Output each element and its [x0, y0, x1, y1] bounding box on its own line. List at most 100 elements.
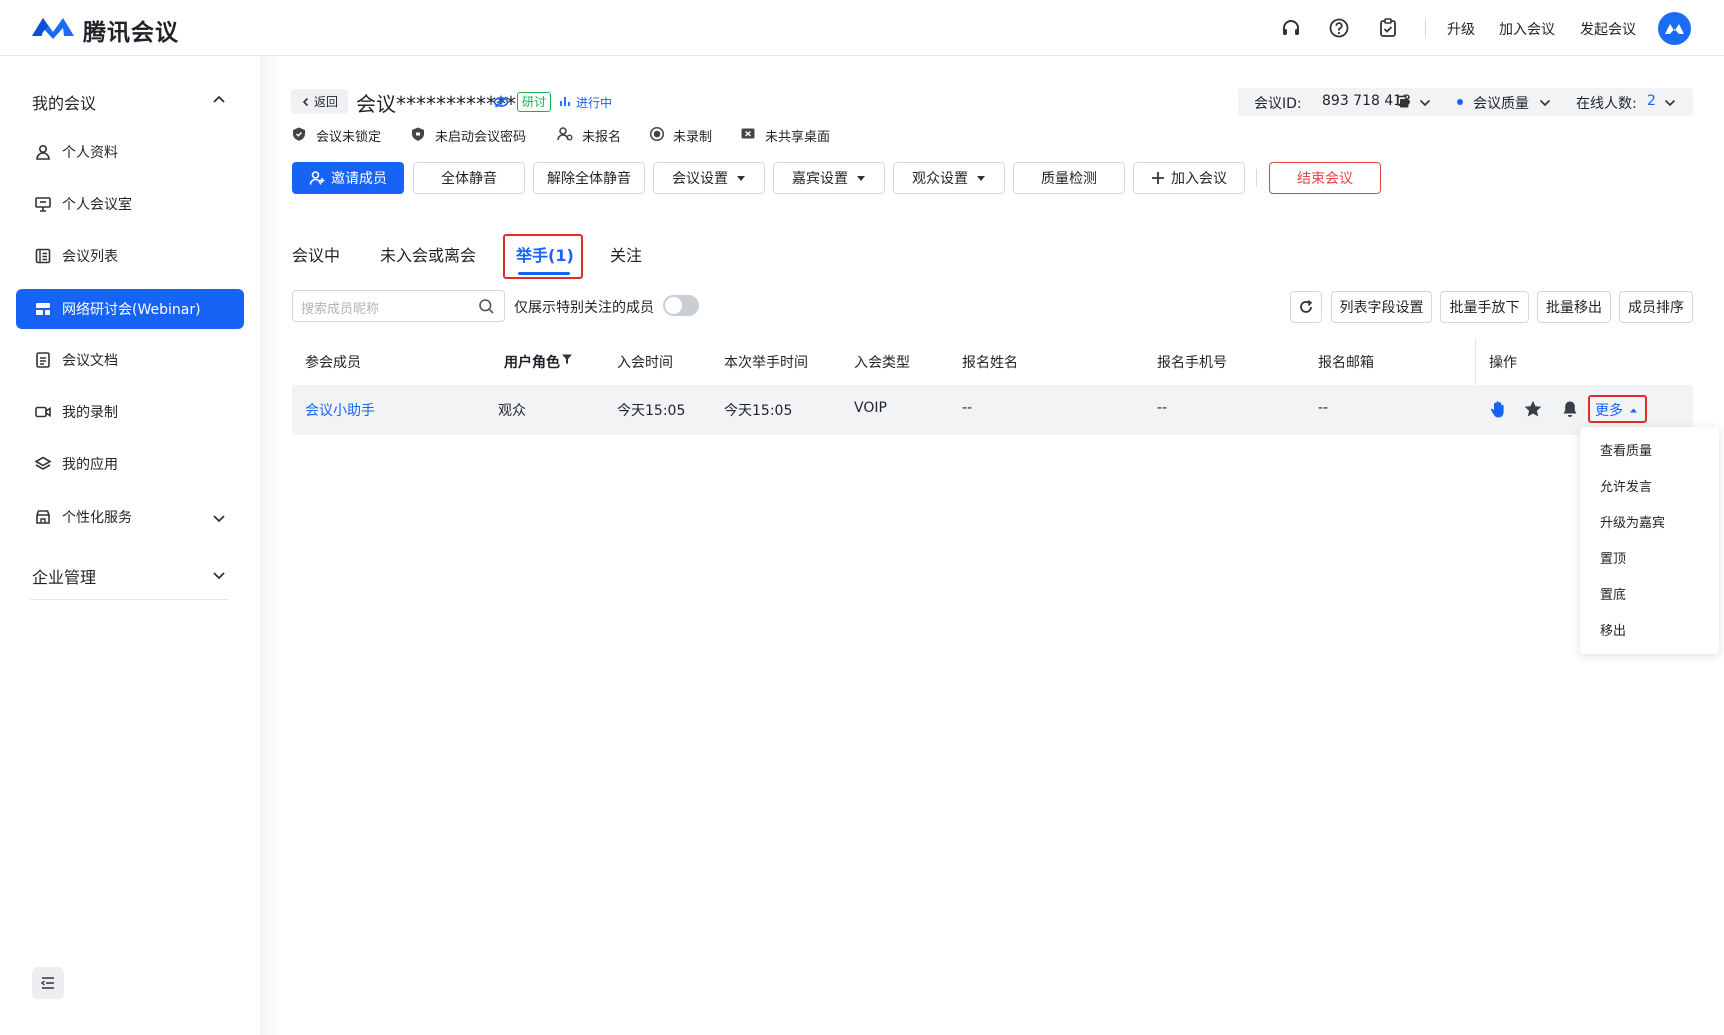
sidebar-item-meeting-list[interactable]: 会议列表 — [16, 236, 244, 276]
sidebar-item-personal-service[interactable]: 个性化服务 — [16, 497, 244, 537]
followed-only-label: 仅展示特别关注的成员 — [514, 300, 654, 316]
member-name-link[interactable]: 会议小助手 — [305, 400, 375, 420]
tab-in-meeting[interactable]: 会议中 — [292, 242, 340, 266]
chevron-up-icon[interactable] — [211, 92, 227, 108]
unmute-all-button[interactable]: 解除全体静音 — [533, 162, 645, 194]
top-bar: 腾讯会议 升级 加入会议 发起会议 — [0, 0, 1724, 56]
sidebar-item-label: 我的应用 — [62, 457, 118, 473]
sidebar-item-documents[interactable]: 会议文档 — [16, 340, 244, 380]
refresh-button[interactable] — [1290, 291, 1322, 323]
status-no-password: 未启动会议密码 — [435, 130, 527, 145]
meeting-settings-button[interactable]: 会议设置 — [653, 162, 765, 194]
headset-icon[interactable] — [1280, 17, 1302, 39]
sidebar-item-label: 个人资料 — [62, 145, 118, 161]
column-settings-button[interactable]: 列表字段设置 — [1331, 291, 1432, 323]
batch-remove-button[interactable]: 批量移出 — [1537, 291, 1611, 323]
col-header-join-time: 入会时间 — [617, 355, 673, 371]
clipboard-icon[interactable] — [1377, 17, 1399, 39]
search-icon[interactable] — [478, 298, 495, 315]
meeting-quality-label[interactable]: 会议质量 — [1473, 93, 1529, 113]
shield-icon — [293, 127, 305, 141]
copy-icon[interactable] — [1396, 95, 1410, 109]
avatar[interactable] — [1658, 12, 1691, 45]
audience-settings-button[interactable]: 观众设置 — [893, 162, 1005, 194]
chevron-down-icon[interactable] — [211, 567, 227, 583]
chevron-down-icon[interactable] — [211, 510, 227, 526]
join-meeting-button[interactable]: 加入会议 — [1133, 162, 1245, 194]
shield-lock-icon — [412, 127, 424, 141]
guest-settings-button[interactable]: 嘉宾设置 — [773, 162, 885, 194]
user-icon — [36, 144, 50, 160]
avatar-logo-icon — [1665, 24, 1684, 34]
highlight-box-tab — [503, 234, 583, 279]
bell-icon[interactable] — [1560, 399, 1580, 419]
quality-check-button[interactable]: 质量检测 — [1013, 162, 1125, 194]
menu-item-pin-bottom[interactable]: 置底 — [1600, 584, 1626, 603]
action-divider — [1256, 169, 1257, 187]
join-meeting-link[interactable]: 加入会议 — [1499, 19, 1555, 39]
sidebar-item-webinar[interactable]: 网络研讨会(Webinar) — [16, 289, 244, 329]
sidebar-divider — [30, 599, 228, 600]
bar-chart-icon — [560, 97, 570, 106]
status-unlocked: 会议未锁定 — [316, 130, 382, 145]
chevron-down-icon[interactable] — [1418, 96, 1432, 110]
lower-hands-button[interactable]: 批量手放下 — [1440, 291, 1529, 323]
filter-icon[interactable] — [561, 353, 573, 365]
mute-all-button[interactable]: 全体静音 — [413, 162, 525, 194]
sidebar-item-profile[interactable]: 个人资料 — [16, 132, 244, 172]
sidebar-section-my-meetings[interactable]: 我的会议 — [32, 90, 96, 114]
tab-followed[interactable]: 关注 — [610, 242, 642, 266]
upgrade-link[interactable]: 升级 — [1447, 19, 1475, 39]
menu-item-view-quality[interactable]: 查看质量 — [1600, 440, 1652, 459]
menu-item-allow-speak[interactable]: 允许发言 — [1600, 476, 1652, 495]
guest-settings-label: 嘉宾设置 — [792, 171, 848, 187]
sidebar-item-recordings[interactable]: 我的录制 — [16, 392, 244, 432]
audience-settings-label: 观众设置 — [912, 171, 968, 187]
record-icon — [649, 126, 665, 142]
quality-dot-icon — [1457, 99, 1463, 105]
sidebar-item-label: 网络研讨会(Webinar) — [62, 302, 201, 318]
sidebar-item-label: 个性化服务 — [62, 510, 132, 526]
eye-off-icon[interactable] — [493, 94, 509, 110]
online-count[interactable]: 2 — [1647, 93, 1656, 109]
sidebar-item-my-apps[interactable]: 我的应用 — [16, 444, 244, 484]
video-icon — [35, 406, 51, 418]
col-header-actions: 操作 — [1489, 355, 1517, 371]
col-header-join-type: 入会类型 — [854, 355, 910, 371]
tencent-meeting-logo-icon — [32, 18, 74, 39]
invite-members-button[interactable]: 邀请成员 — [292, 162, 404, 194]
app-name: 腾讯会议 — [83, 20, 179, 46]
member-role: 观众 — [498, 403, 526, 419]
content-shadow — [260, 56, 282, 1035]
back-button[interactable]: 返回 — [291, 89, 348, 114]
raised-hand-icon[interactable] — [1488, 399, 1508, 419]
member-reg-phone: -- — [1157, 400, 1168, 416]
member-join-time: 今天15:05 — [617, 403, 686, 419]
member-reg-name: -- — [962, 400, 973, 416]
member-search-input[interactable]: 搜索成员昵称 — [292, 290, 505, 322]
chevron-down-icon[interactable] — [1663, 96, 1677, 110]
end-meeting-button[interactable]: 结束会议 — [1269, 162, 1381, 194]
menu-item-promote-guest[interactable]: 升级为嘉宾 — [1600, 512, 1665, 531]
meeting-status: 进行中 — [576, 96, 613, 110]
sidebar-section-enterprise[interactable]: 企业管理 — [32, 564, 96, 588]
help-icon[interactable] — [1328, 17, 1350, 39]
start-meeting-link[interactable]: 发起会议 — [1580, 19, 1636, 39]
member-sort-button[interactable]: 成员排序 — [1619, 291, 1693, 323]
star-icon[interactable] — [1523, 399, 1543, 419]
followed-only-toggle[interactable] — [663, 295, 699, 316]
invite-label: 邀请成员 — [331, 171, 387, 187]
menu-item-pin-top[interactable]: 置顶 — [1600, 548, 1626, 567]
menu-item-remove[interactable]: 移出 — [1600, 620, 1626, 639]
member-hand-time: 今天15:05 — [724, 403, 793, 419]
sidebar-item-personal-room[interactable]: 个人会议室 — [16, 184, 244, 224]
refresh-icon — [1300, 300, 1313, 313]
collapse-icon — [40, 977, 54, 989]
list-icon — [35, 248, 51, 264]
meeting-info-bar: 会议ID: 893 718 413 会议质量 在线人数: 2 — [1238, 88, 1693, 116]
sidebar-item-label: 我的录制 — [62, 405, 118, 421]
col-header-role: 用户角色 — [504, 355, 560, 371]
chevron-down-icon[interactable] — [1538, 96, 1552, 110]
tab-not-joined[interactable]: 未入会或离会 — [380, 242, 476, 266]
collapse-sidebar-button[interactable] — [32, 967, 64, 999]
